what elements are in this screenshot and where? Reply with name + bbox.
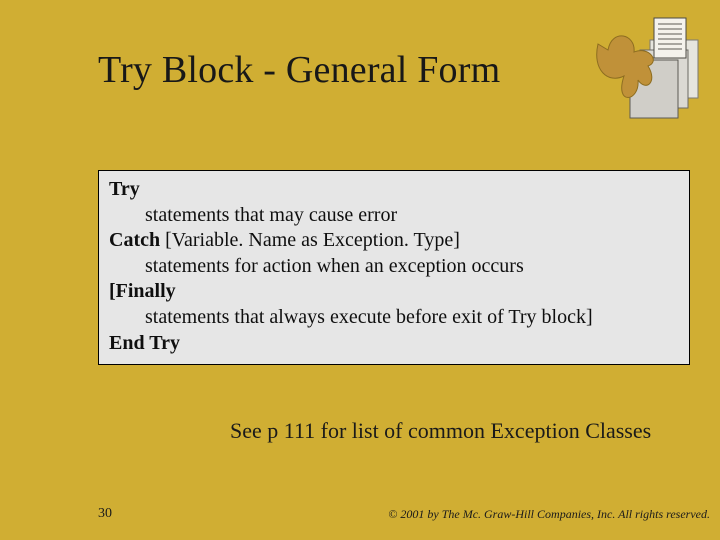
code-line: statements that always execute before ex… [109, 305, 679, 331]
page-number: 30 [98, 506, 112, 522]
code-text: [Variable. Name as Exception. Type] [160, 229, 460, 251]
code-box: Try statements that may cause error Catc… [98, 170, 690, 365]
sidebar-stripe [0, 0, 40, 540]
code-text: statements that may cause error [145, 204, 397, 226]
keyword-try: Try [109, 178, 140, 200]
copyright-text: © 2001 by The Mc. Graw-Hill Companies, I… [388, 507, 710, 522]
footnote-text: See p 111 for list of common Exception C… [230, 418, 651, 444]
keyword-catch: Catch [109, 229, 160, 251]
slide-body: Try Block - General Form Try statements … [40, 0, 720, 540]
code-line: [Finally [109, 279, 679, 305]
corner-illustration [590, 10, 710, 130]
keyword-finally: [Finally [109, 280, 176, 302]
code-line: Try [109, 177, 679, 203]
code-line: End Try [109, 331, 679, 357]
slide-title: Try Block - General Form [98, 48, 500, 92]
code-text: statements for action when an exception … [145, 255, 524, 277]
slide: Try Block - General Form Try statements … [0, 0, 720, 540]
keyword-end-try: End Try [109, 332, 180, 354]
code-line: statements that may cause error [109, 203, 679, 229]
code-line: statements for action when an exception … [109, 254, 679, 280]
code-line: Catch [Variable. Name as Exception. Type… [109, 228, 679, 254]
code-text: statements that always execute before ex… [145, 306, 593, 328]
